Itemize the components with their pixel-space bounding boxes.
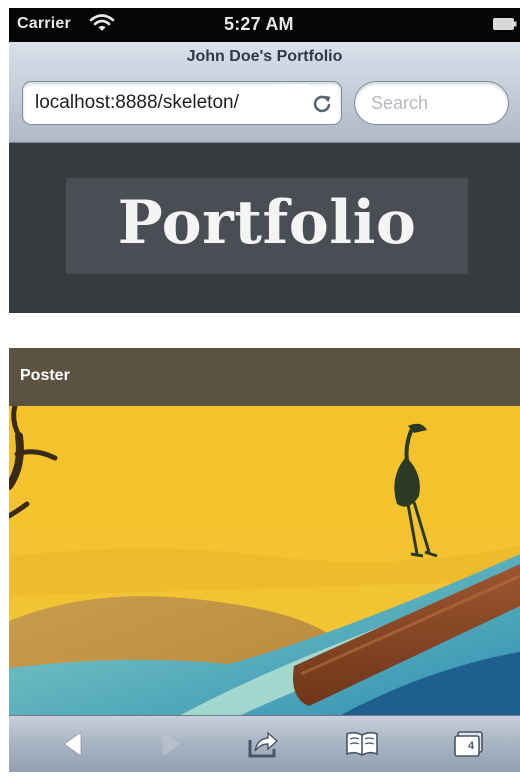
browser-toolbar: 4 (9, 715, 520, 772)
poster-image[interactable] (9, 403, 520, 715)
forward-button[interactable] (151, 726, 191, 762)
reload-icon[interactable] (311, 93, 333, 115)
section-title: Poster (20, 367, 70, 384)
spacer (9, 313, 520, 348)
share-button[interactable] (243, 726, 283, 762)
url-fade (269, 84, 309, 122)
bookmarks-book-icon (346, 731, 378, 756)
tabs-count: 4 (467, 740, 475, 752)
url-text: localhost:8888/skeleton/ (35, 92, 239, 113)
wifi-icon (89, 12, 115, 34)
address-bar[interactable]: localhost:8888/skeleton/ (22, 81, 342, 125)
forward-arrow-icon (163, 732, 180, 756)
back-arrow-icon (63, 731, 82, 757)
status-bar: Carrier 5:27 AM (9, 8, 520, 42)
share-icon (248, 731, 279, 758)
logo[interactable]: Portfolio (66, 178, 468, 274)
battery-icon (493, 17, 517, 30)
browser-chrome: John Doe's Portfolio localhost:8888/skel… (9, 42, 520, 143)
page-content: Portfolio Poster (9, 143, 520, 715)
status-time: 5:27 AM (224, 14, 294, 34)
site-header: Portfolio (9, 143, 520, 313)
page-title: John Doe's Portfolio (186, 48, 343, 65)
section-bar: Poster (9, 348, 520, 406)
search-placeholder: Search (371, 93, 429, 113)
carrier-label: Carrier (17, 15, 71, 32)
bookmarks-button[interactable] (342, 726, 382, 762)
poster-illustration (9, 403, 520, 715)
back-button[interactable] (53, 726, 93, 762)
logo-text: Portfolio (117, 188, 417, 258)
phone-screen: Carrier 5:27 AM John Doe's Portfolio loc… (9, 8, 520, 772)
search-field[interactable]: Search (354, 81, 509, 125)
tabs-button[interactable]: 4 (449, 726, 489, 762)
